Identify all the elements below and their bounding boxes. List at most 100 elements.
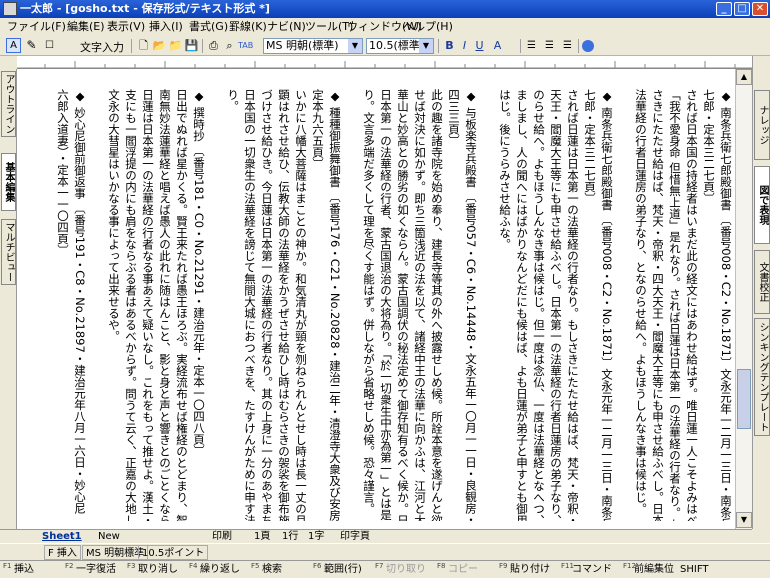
- print-preview-button[interactable]: 印字頁: [340, 530, 370, 543]
- chevron-down-icon[interactable]: ▼: [348, 39, 362, 53]
- menu-edit[interactable]: 編集(E): [64, 18, 108, 36]
- scroll-up-button[interactable]: ▲: [736, 69, 752, 85]
- text-column[interactable]: り。: [224, 89, 242, 521]
- section-heading[interactable]: ◆ 撰時抄 〔番号181・C0・No.21291・建治元年・定本一〇四八頁〕: [190, 89, 208, 521]
- font-color-icon[interactable]: A: [490, 38, 505, 53]
- font-select[interactable]: MS 明朝(標準) ▼: [263, 38, 363, 54]
- text-column[interactable]: [615, 89, 633, 521]
- print-icon[interactable]: ⎙: [206, 38, 221, 53]
- function-key-f9[interactable]: F9 貼り付け: [498, 562, 554, 578]
- function-key-shift[interactable]: SHIFT: [668, 562, 724, 578]
- text-column[interactable]: されば日蓮は日本第一の法華経の行者なり。もしさきにたたせ給はば、梵天・帝釈・四大: [564, 89, 582, 521]
- underline-icon[interactable]: U: [472, 38, 487, 53]
- text-column[interactable]: 七郎・定本三二七頁〕: [581, 89, 599, 521]
- align-left-icon[interactable]: ☰: [524, 38, 539, 53]
- text-column[interactable]: り。文言多端だ多くして理を尽くす能はず。併しながら省略せしめ候。恐々謹言。: [360, 89, 378, 521]
- text-column[interactable]: いかに八幡大菩薩はまことの神か。和気清丸が頸を刎ねられんとせし時は長一丈の月と: [292, 89, 310, 521]
- tab-proofreading[interactable]: 文書校正: [754, 250, 770, 314]
- text-column[interactable]: はじ。後にうらみさせ給ふな。: [496, 89, 514, 521]
- text-column[interactable]: されば日本国の持経者はいまだ此の経文にはあわせ給はず。唯日蓮一人こそよみはべれ。: [683, 89, 701, 521]
- italic-icon[interactable]: I: [457, 38, 472, 53]
- text-column[interactable]: [88, 89, 106, 521]
- tab-icon[interactable]: TAB: [238, 38, 253, 53]
- open-icon[interactable]: 📂: [152, 38, 167, 53]
- document-area[interactable]: ◆ 南条兵衛七郎殿御書 〔番号008・C2・No.1871〕文永元年一二月一三日…: [17, 69, 735, 529]
- text-column[interactable]: 支にも一閻浮提の内にも肩をならぶる者はあるべからず。問うて云く、正嘉の大地しん・: [122, 89, 140, 521]
- function-key-f7[interactable]: F7 切り取り: [374, 562, 430, 578]
- section-heading[interactable]: ◆ 種種御振舞御書 〔番号176・C21・No.20828・建治二年・清澄寺大衆…: [326, 89, 344, 521]
- save-icon[interactable]: 💾: [184, 38, 199, 53]
- function-key-f6[interactable]: F6 範囲(行): [312, 562, 368, 578]
- text-column[interactable]: 七郎・定本三二七頁〕: [700, 89, 718, 521]
- text-column[interactable]: [207, 89, 225, 521]
- text-column[interactable]: 日出でぬれば星かくる。賢王来たれば愚王ほろぶ。実経流布せば権経のとどまり、智人: [173, 89, 191, 521]
- section-heading[interactable]: ◆ 与板楽寺兵殿書 〔番号057・C6・No.14448・文永五年一〇月一一日・…: [462, 89, 480, 521]
- section-heading[interactable]: ◆ 南条兵衛七郎殿御書 〔番号008・C2・No.1871〕文永元年一二月一三日…: [598, 89, 616, 521]
- function-key-f5[interactable]: F5 検索: [250, 562, 306, 578]
- minimize-button[interactable]: _: [716, 2, 732, 16]
- text-column[interactable]: のらせ給へ。よもほうしんなき事は候はじ。但一度は念仏、一度は法華経となへつ、二心: [530, 89, 548, 521]
- text-column[interactable]: 天王・閻魔大王等にも申させ給ふべし。日本第一の法華経の行者日蓮房の弟子なり、とな: [547, 89, 565, 521]
- menu-format[interactable]: 書式(G): [186, 18, 231, 36]
- close-button[interactable]: ✕: [752, 2, 768, 16]
- text-column[interactable]: 華山と妙高との勝劣の如くならん。蒙古国調伏の秘法定めて御存知有るべく候か。日蓮は: [394, 89, 412, 521]
- function-key-f2[interactable]: F2 一字復活: [64, 562, 120, 578]
- text-column[interactable]: 顕はれさせ給ひ、伝教大師の法華経をかうぜさせ給ひし時はむらさきの袈裟を御布施にさ: [275, 89, 293, 521]
- text-column[interactable]: 南無妙法蓮華経と唱えば愚人の此れに随はんこと、影と身と声と響きとのごとくならん。: [156, 89, 174, 521]
- text-column[interactable]: 「我不愛身命 但惜無上道」是れなり。されば日蓮は日本第一の法華経の行者なり。もし: [666, 89, 684, 521]
- scroll-down-button[interactable]: ▼: [736, 512, 752, 528]
- function-key-f3[interactable]: F3 取り消し: [126, 562, 182, 578]
- function-key-f8[interactable]: F8 コピー: [436, 562, 492, 578]
- tab-diagram[interactable]: 図で表現: [754, 166, 770, 244]
- text-column[interactable]: [479, 89, 497, 521]
- horizontal-ruler: [17, 56, 752, 69]
- text-column[interactable]: ましまし、人の聞へにはばかりなんどだにも候はば、よも日蓮が弟子と申すとも御用ゐ候: [513, 89, 531, 521]
- maximize-button[interactable]: □: [734, 2, 750, 16]
- text-column[interactable]: 六郎入道妻）・定本一一〇四頁〕: [54, 89, 72, 521]
- tab-basic-edit[interactable]: 基本編集: [1, 153, 16, 211]
- tab-knowledge[interactable]: ナレッジ: [754, 90, 770, 160]
- menu-help[interactable]: ヘルプ(H): [400, 18, 456, 36]
- scroll-thumb[interactable]: [737, 369, 751, 429]
- key-label: SHIFT: [680, 564, 709, 575]
- text-column[interactable]: 日蓮は日本第一の法華経の行者なる事あえて疑いなし。これをもって推せよ。漢土・月: [139, 89, 157, 521]
- text-column[interactable]: 四三三頁〕: [445, 89, 463, 521]
- text-column[interactable]: づけさせ給ひき。今日蓮は日本第一の法華経の行者なり。其の上身に一分のあやまちなし…: [258, 89, 276, 521]
- menu-view[interactable]: 表示(V): [104, 18, 148, 36]
- tab-outline[interactable]: アウトライン: [1, 71, 16, 137]
- help-icon[interactable]: [582, 40, 594, 52]
- text-column[interactable]: さきにたたせ給はば、梵天・帝釈・四大天王・閻魔大王等にも申させ給ふべし。日本第一…: [649, 89, 667, 521]
- text-column[interactable]: 此の趣を諸寺院を始め奉り、建長寺等其の外へ披露せしめ候。所詮本意を遂げんと欲: [428, 89, 446, 521]
- bold-icon[interactable]: B: [442, 38, 457, 53]
- section-heading[interactable]: ◆ 南条兵衛七郎殿御書 〔番号008・C2・No.1871〕文永元年一二月一三日…: [717, 89, 735, 521]
- tab-thinking-template[interactable]: シンキングテンプレート: [754, 318, 770, 436]
- draw-mode-icon[interactable]: ☐: [42, 38, 57, 53]
- sheet-tab[interactable]: Sheet1: [42, 530, 82, 543]
- tab-multiview[interactable]: マルチビュー: [1, 219, 16, 285]
- menu-insert[interactable]: 挿入(I): [146, 18, 186, 36]
- print-button[interactable]: 印刷: [212, 530, 232, 543]
- section-heading[interactable]: ◆ 妙心尼御前御返事 〔番号191・C8・No.21897・建治元年八月一六日・…: [71, 89, 89, 521]
- text-column[interactable]: 法華経の行者日蓮房の弟子なり、となのらせ給へ。よもほうしんなき事は候はじ。: [632, 89, 650, 521]
- new-icon[interactable]: 🗋: [136, 38, 151, 53]
- text-column[interactable]: せば対決に如かず。即ち三箇浅近の法を以て、諸経中王の法華に向かふは、江河と大海と: [411, 89, 429, 521]
- preview-icon[interactable]: ⌕: [222, 38, 237, 53]
- new-sheet-tab[interactable]: New: [98, 530, 120, 543]
- function-key-f1[interactable]: F1 挿込: [2, 562, 58, 578]
- align-center-icon[interactable]: ☰: [542, 38, 557, 53]
- menu-file[interactable]: ファイル(F): [4, 18, 69, 36]
- text-mode-icon[interactable]: A: [6, 38, 21, 53]
- text-column[interactable]: 日本国の一切衆生の法華経を謗じて無間大城におつべきを、たすけんがために申す法門な: [241, 89, 259, 521]
- folder-icon[interactable]: 📁: [168, 38, 183, 53]
- cursor-mode-icon[interactable]: ✎: [24, 38, 39, 53]
- chevron-down-icon[interactable]: ▼: [419, 39, 433, 53]
- align-right-icon[interactable]: ☰: [560, 38, 575, 53]
- text-column[interactable]: [343, 89, 361, 521]
- vertical-scrollbar[interactable]: ▲ ▼: [735, 69, 752, 529]
- text-column[interactable]: 文永の大彗星はいかなる事によって出来せるや。: [105, 89, 123, 521]
- function-key-f4[interactable]: F4 繰り返し: [188, 562, 244, 578]
- size-select[interactable]: 10.5(標準) ▼: [366, 38, 434, 54]
- function-key-f11[interactable]: F11コマンド履歴: [560, 562, 616, 578]
- text-column[interactable]: 定本九六五頁〕: [309, 89, 327, 521]
- text-column[interactable]: 日本第一の法華経の行者、蒙古国退治の大将為り。「於一切衆生中亦為第一」とは是れな: [377, 89, 395, 521]
